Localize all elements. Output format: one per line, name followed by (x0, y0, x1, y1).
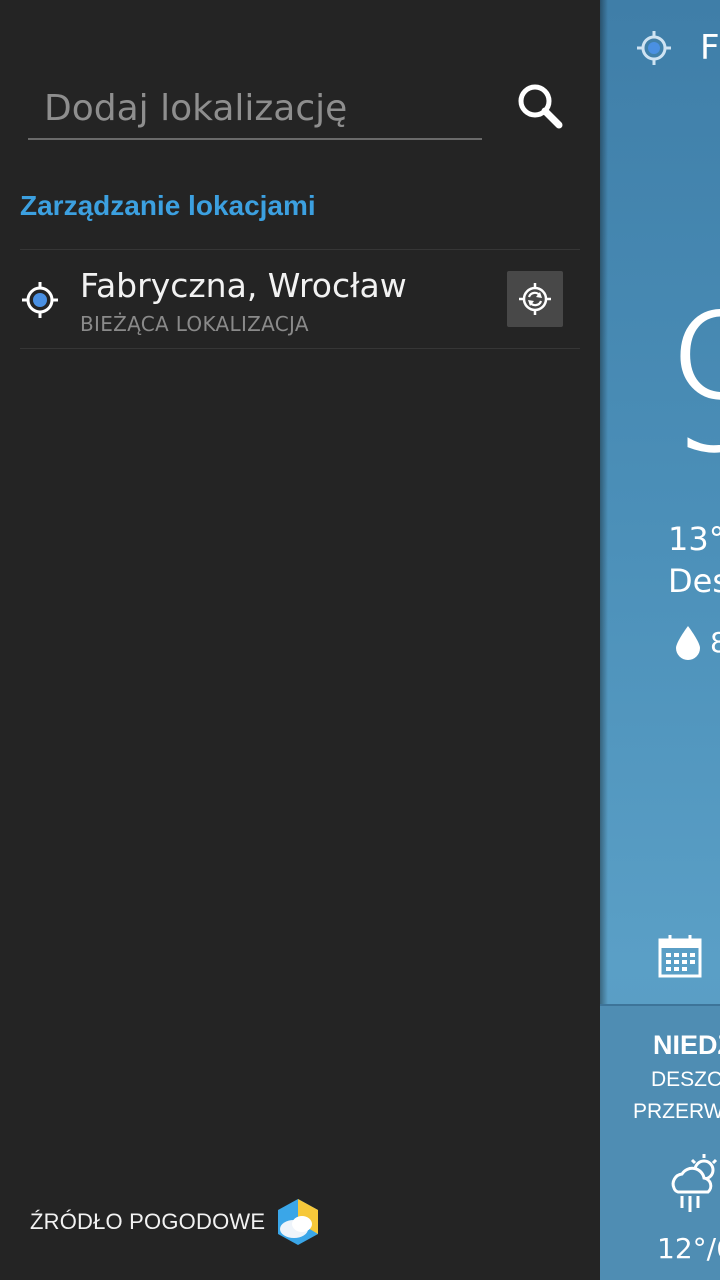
raindrop-icon (676, 626, 700, 660)
location-item[interactable]: Fabryczna, Wrocław BIEŻĄCA LOKALIZACJA (20, 250, 580, 348)
forecast-desc-line2: PRZERWA (633, 1100, 720, 1123)
location-pin-icon (637, 31, 671, 65)
forecast-desc-line1: DESZCZ (651, 1068, 720, 1091)
divider (20, 348, 580, 349)
weather-source-label: ŹRÓDŁO POGODOWE (30, 1209, 266, 1234)
refresh-location-icon (519, 283, 551, 315)
search-icon (518, 84, 563, 129)
rain-sun-cloud-icon (671, 1154, 718, 1212)
search-input[interactable] (44, 82, 474, 134)
forecast-day-name: NIEDZ (653, 1030, 720, 1060)
weather-main-panel[interactable]: F 9 13° Des 8 NIEDZ DESZCZ PRZERWA 12° (600, 0, 720, 1280)
calendar-icon[interactable] (656, 932, 704, 980)
weather-source-button[interactable]: ŹRÓDŁO POGODOWE (30, 1195, 321, 1249)
location-title: F (700, 28, 720, 68)
location-subtitle: BIEŻĄCA LOKALIZACJA (80, 312, 309, 336)
forecast-day-card[interactable]: NIEDZ DESZCZ PRZERWA 12°/6 (600, 1004, 720, 1280)
high-low-temp: 13° (668, 520, 720, 558)
refresh-location-button[interactable] (507, 271, 563, 327)
location-pin-icon (22, 282, 58, 318)
condition-text: Des (668, 562, 720, 600)
navigation-drawer: Zarządzanie lokacjami Fabryczna, Wrocław… (0, 0, 600, 1280)
search-field[interactable] (28, 78, 482, 140)
section-title: Zarządzanie lokacjami (20, 190, 316, 221)
forecast-temps: 12°/6 (657, 1232, 720, 1265)
search-button[interactable] (508, 76, 572, 136)
location-name: Fabryczna, Wrocław (80, 266, 407, 305)
weather-source-logo-icon (278, 1199, 319, 1245)
precipitation-value: 8 (710, 626, 720, 659)
current-temperature: 9 (662, 290, 720, 480)
